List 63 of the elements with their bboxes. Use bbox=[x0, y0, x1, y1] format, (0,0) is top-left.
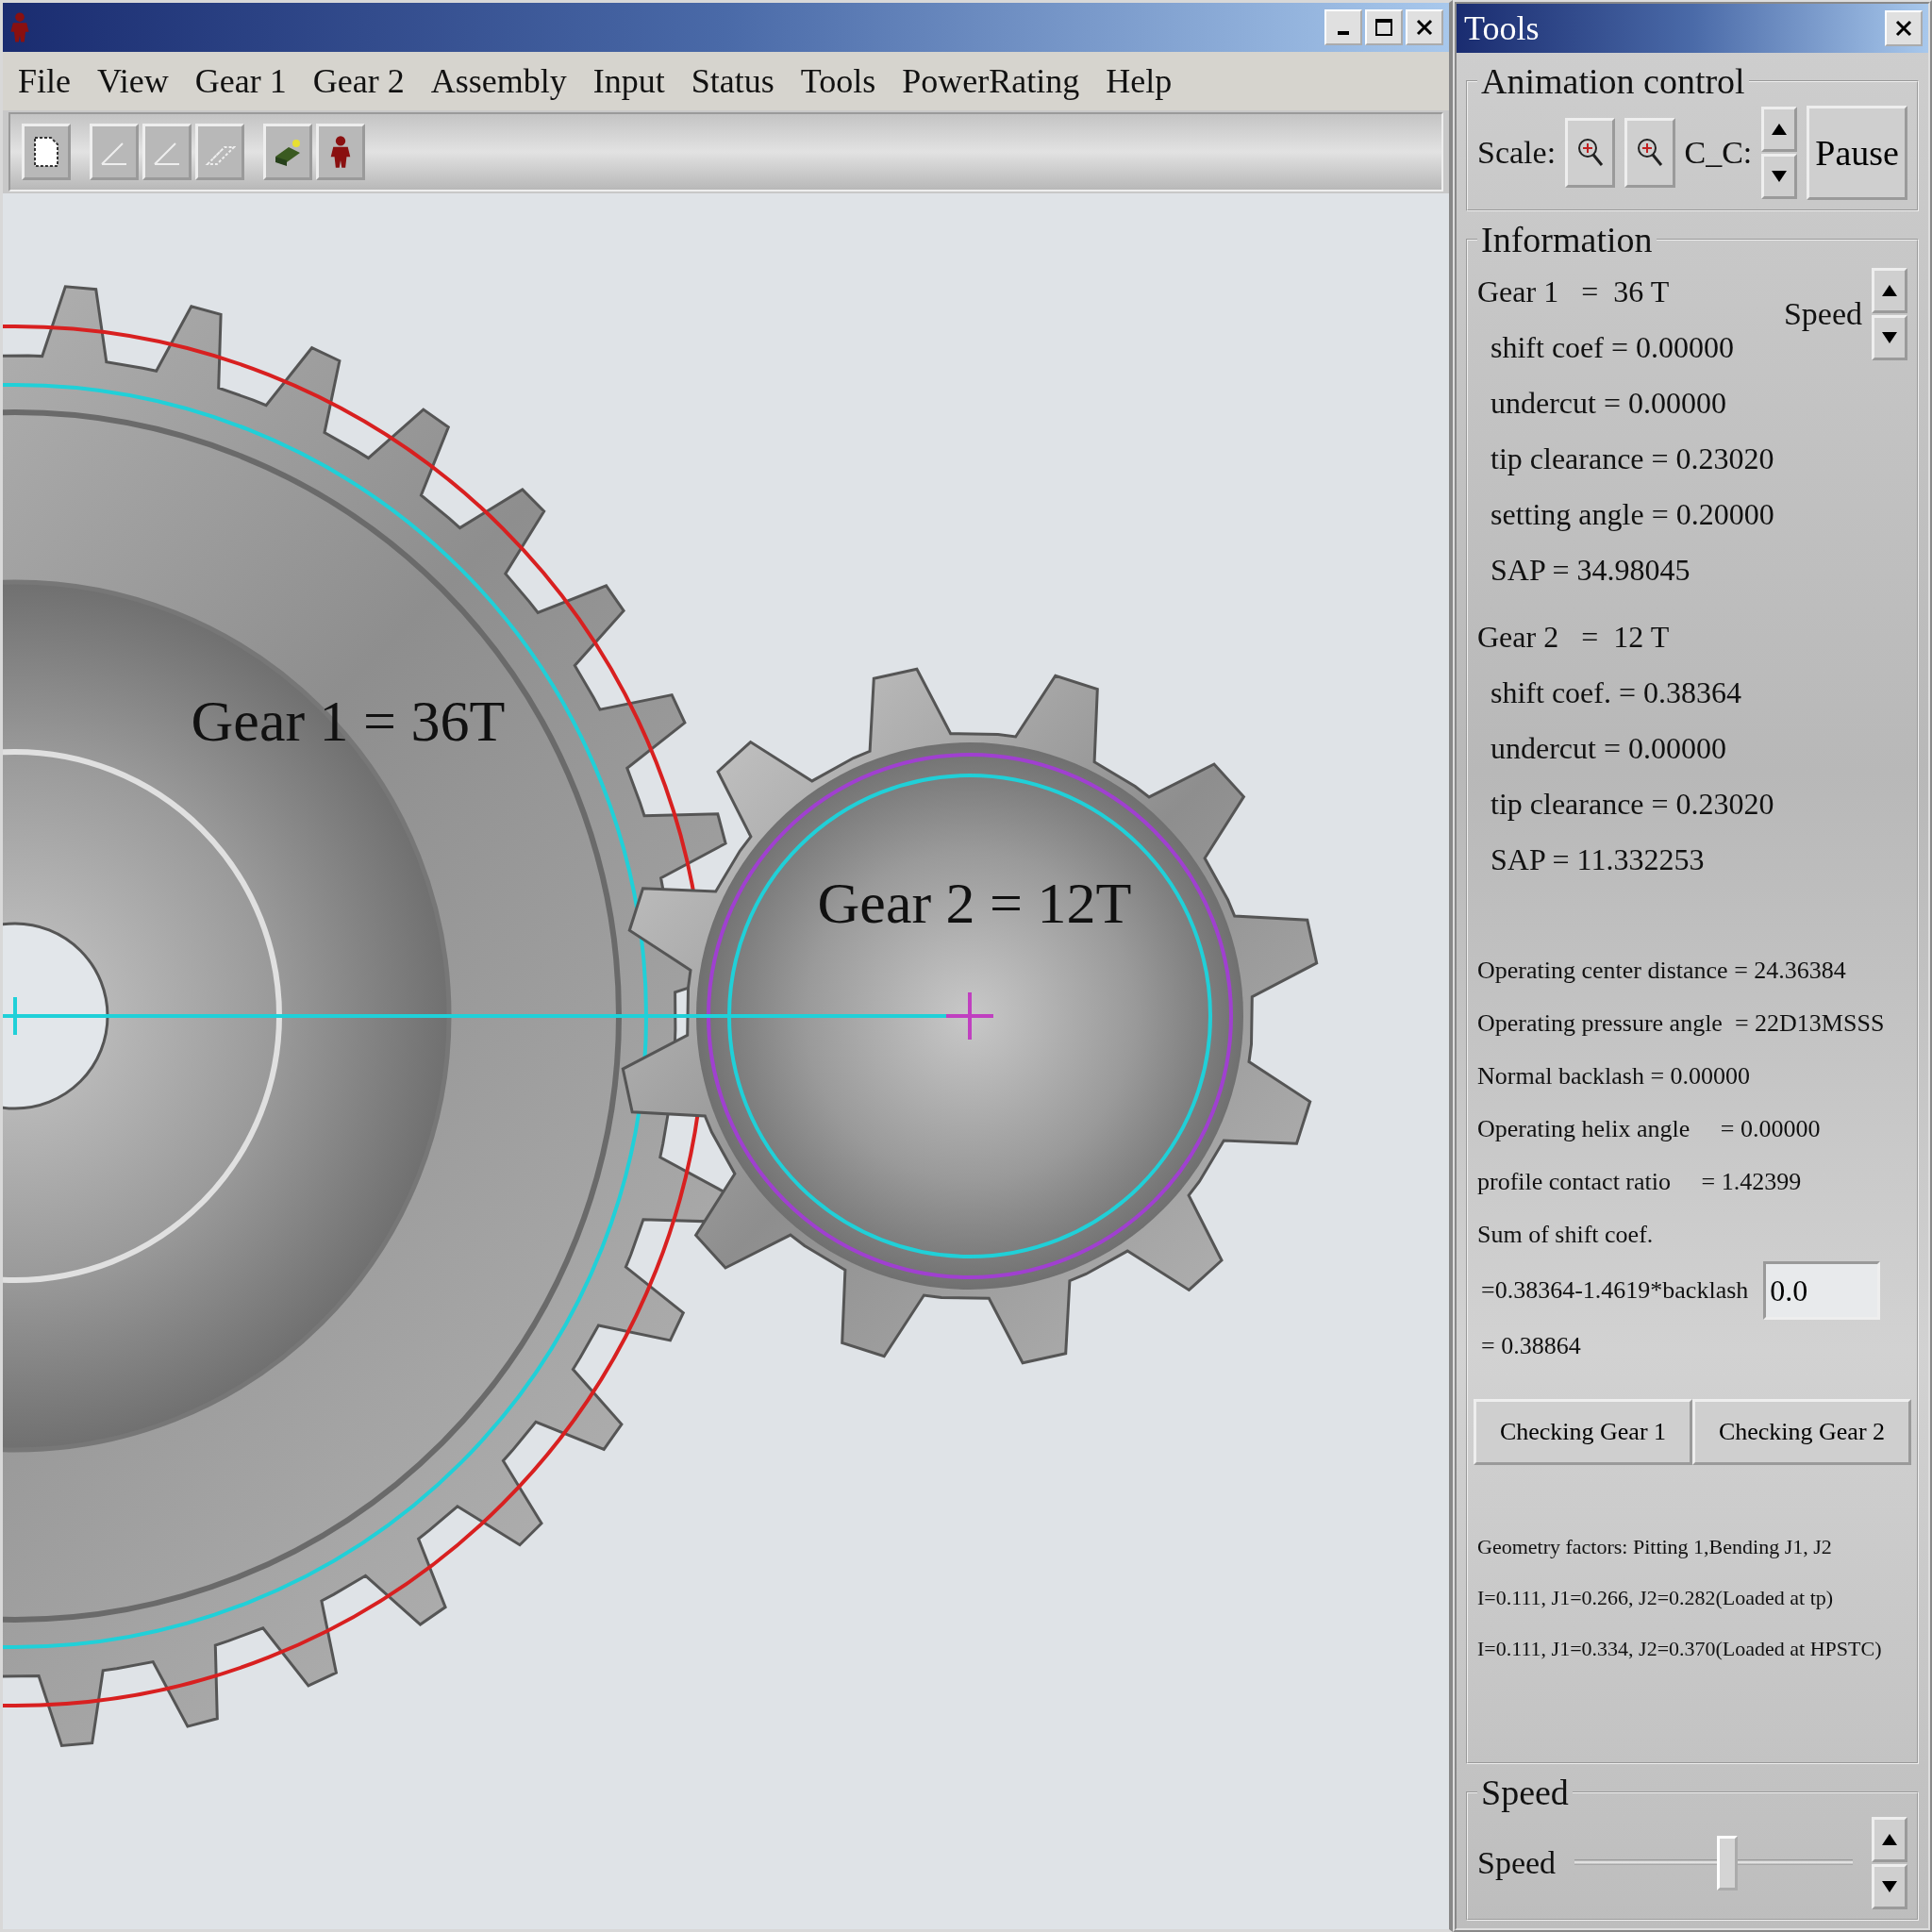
pause-button[interactable]: Pause bbox=[1807, 106, 1907, 200]
info-heading: Gear 2 = 12 T bbox=[1477, 619, 1671, 656]
info-line: setting angle = 0.20000 bbox=[1490, 496, 1774, 533]
scale-label: Scale: bbox=[1477, 135, 1557, 171]
close-button[interactable] bbox=[1406, 9, 1443, 45]
menu-item[interactable]: Input bbox=[592, 61, 665, 101]
info-heading: Gear 1 = 36 T bbox=[1477, 274, 1671, 310]
info-line: shift coef = 0.00000 bbox=[1490, 329, 1735, 366]
info-line: tip clearance = 0.23020 bbox=[1490, 441, 1774, 477]
cc-label: C_C: bbox=[1684, 135, 1753, 171]
info-line: Operating helix angle = 0.00000 bbox=[1477, 1114, 1822, 1144]
info-line: I=0.111, J1=0.266, J2=0.282(Loaded at tp) bbox=[1477, 1585, 1835, 1611]
block-icon[interactable] bbox=[263, 124, 312, 180]
info-line: Sum of shift coef. bbox=[1477, 1220, 1655, 1250]
info-line: shift coef. = 0.38364 bbox=[1490, 675, 1742, 711]
crosshair-icon bbox=[944, 991, 995, 1041]
slider-thumb[interactable] bbox=[1717, 1836, 1739, 1890]
speed-label: Speed bbox=[1783, 296, 1862, 332]
crosshair-icon bbox=[3, 995, 29, 1037]
gear-label: Gear 2 = 12T bbox=[817, 871, 1132, 935]
maximize-button[interactable] bbox=[1365, 9, 1403, 45]
info-line: Normal backlash = 0.00000 bbox=[1477, 1061, 1752, 1091]
info-line: Geometry factors: Pitting 1,Bending J1, J2 bbox=[1477, 1534, 1833, 1560]
info-line: tip clearance = 0.23020 bbox=[1490, 786, 1775, 823]
backlash-field[interactable]: 0.0 bbox=[1763, 1261, 1881, 1320]
result-text: = 0.38864 bbox=[1480, 1331, 1582, 1361]
info-line: I=0.111, J1=0.334, J2=0.370(Loaded at HPSTC) bbox=[1477, 1636, 1883, 1662]
minimize-icon bbox=[1338, 31, 1349, 35]
info-line: undercut = 0.00000 bbox=[1490, 730, 1727, 767]
menu-item[interactable]: Tools bbox=[800, 61, 876, 101]
gear-label: Gear 1 = 36T bbox=[191, 689, 506, 753]
info-line: SAP = 11.332253 bbox=[1490, 841, 1706, 878]
check-button[interactable]: Checking Gear 1 bbox=[1474, 1399, 1692, 1465]
page-icon[interactable] bbox=[22, 124, 71, 180]
info-line: Operating pressure angle = 22D13MSSS bbox=[1477, 1008, 1886, 1039]
maximize-icon bbox=[1374, 18, 1393, 37]
menu-item[interactable]: Gear 2 bbox=[312, 61, 405, 101]
info-line: profile contact ratio = 1.42399 bbox=[1477, 1167, 1803, 1197]
menu-item[interactable]: View bbox=[97, 61, 169, 101]
menu-item[interactable]: File bbox=[18, 61, 71, 101]
info-line: Operating center distance = 24.36384 bbox=[1477, 956, 1847, 986]
figure-icon[interactable] bbox=[316, 124, 365, 180]
close-button[interactable] bbox=[1885, 10, 1923, 46]
figure-icon bbox=[8, 11, 31, 43]
speed-label: Speed bbox=[1477, 1845, 1557, 1881]
info-line: undercut = 0.00000 bbox=[1490, 385, 1727, 422]
menu-item[interactable]: Gear 1 bbox=[194, 61, 287, 101]
formula-text: =0.38364-1.4619*backlash bbox=[1481, 1275, 1749, 1306]
close-icon bbox=[1415, 18, 1434, 37]
menu-item[interactable]: PowerRating bbox=[902, 61, 1080, 101]
menu-item[interactable]: Status bbox=[691, 61, 774, 101]
check-button[interactable]: Checking Gear 2 bbox=[1692, 1399, 1911, 1465]
minimize-button[interactable] bbox=[1324, 9, 1362, 45]
group-title: Speed bbox=[1480, 1772, 1570, 1813]
menu-item[interactable]: Assembly bbox=[430, 61, 567, 101]
menu-item[interactable]: Help bbox=[1106, 61, 1173, 101]
zoom-in-icon[interactable] bbox=[1624, 118, 1675, 188]
group-title: Information bbox=[1480, 219, 1654, 260]
group-title: Animation control bbox=[1480, 60, 1746, 102]
panel-title: Tools bbox=[1464, 8, 1540, 48]
close-icon bbox=[1894, 19, 1913, 38]
info-line: SAP = 34.98045 bbox=[1490, 552, 1691, 589]
zoom-in-icon[interactable] bbox=[1565, 118, 1616, 188]
